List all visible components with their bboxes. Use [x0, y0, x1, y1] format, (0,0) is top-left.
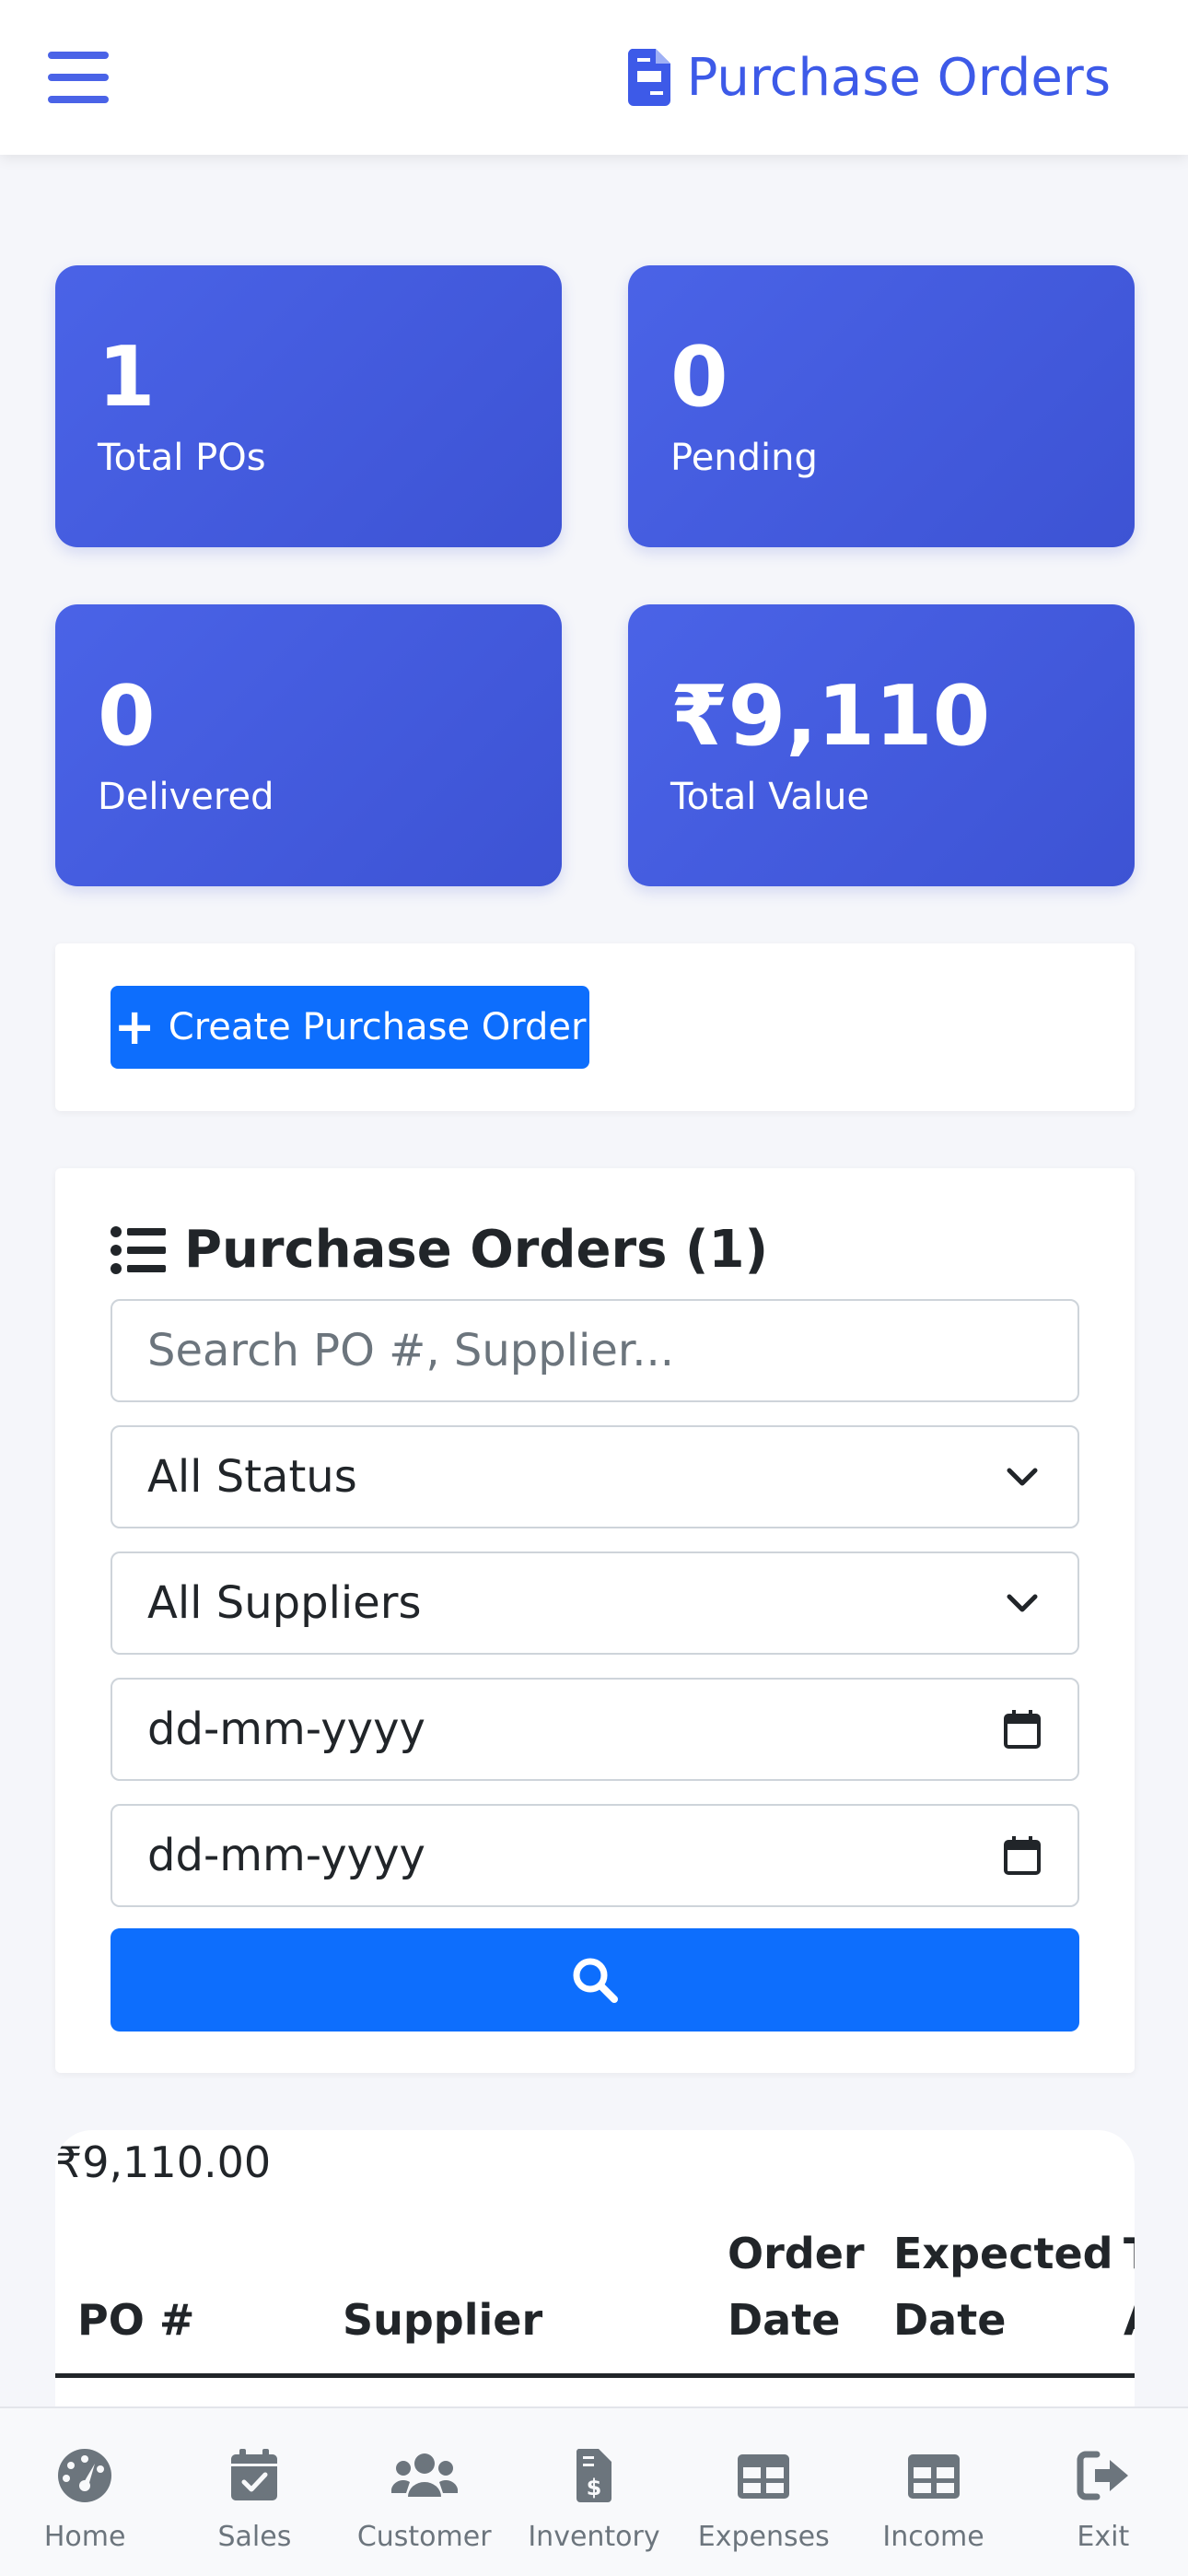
svg-text:$: $ [587, 2475, 602, 2500]
date-to-placeholder: dd-mm-yyyy [147, 1830, 425, 1881]
stat-card-total-pos: 1 Total POs [55, 265, 562, 547]
plus-icon: + [113, 998, 156, 1056]
calendar-icon[interactable] [1002, 1709, 1042, 1750]
page-title-text: Purchase Orders [686, 47, 1111, 108]
create-button-label: Create Purchase Order [168, 1006, 587, 1048]
stat-value: ₹9,110 [670, 668, 991, 765]
status-select[interactable]: All Status [111, 1425, 1079, 1528]
column-header-order-date[interactable]: Order Date [728, 2220, 866, 2353]
nav-item-sales[interactable]: Sales [169, 2408, 339, 2576]
calendar-check-icon [231, 2449, 278, 2500]
sign-out-icon [1077, 2451, 1128, 2500]
create-purchase-order-button[interactable]: + Create Purchase Order [111, 986, 589, 1069]
nav-label: Inventory [528, 2521, 660, 2553]
nav-item-inventory[interactable]: $ Inventory [509, 2408, 679, 2576]
nav-label: Home [43, 2521, 126, 2553]
nav-item-income[interactable]: Income [848, 2408, 1018, 2576]
search-button[interactable] [111, 1928, 1079, 2032]
file-invoice-dollar-icon: $ [576, 2449, 611, 2502]
column-header-po[interactable]: PO # [77, 2287, 194, 2353]
nav-label: Sales [217, 2521, 292, 2553]
chevron-down-icon [1007, 1468, 1038, 1486]
orders-table: ₹9,110.00 PO # Supplier Order Date Expec… [55, 2130, 1135, 2425]
hamburger-icon[interactable] [48, 52, 109, 103]
stat-label: Pending [670, 437, 818, 479]
column-header-total-amount[interactable]: T A [1124, 2220, 1135, 2353]
total-amount: ₹9,110.00 [55, 2137, 272, 2187]
stat-label: Total POs [98, 437, 266, 479]
stat-label: Total Value [670, 776, 869, 818]
dashboard-gauge-icon [58, 2449, 112, 2502]
column-header-supplier[interactable]: Supplier [343, 2287, 542, 2353]
users-icon [390, 2453, 458, 2497]
stat-card-total-value: ₹9,110 Total Value [628, 604, 1135, 886]
page-title: Purchase Orders [627, 47, 1111, 108]
filter-panel: Purchase Orders (1) Search PO #, Supplie… [55, 1168, 1135, 2073]
nav-item-customer[interactable]: Customer [340, 2408, 509, 2576]
stat-value: 1 [98, 329, 156, 426]
search-input[interactable]: Search PO #, Supplier... [111, 1299, 1079, 1402]
filter-title-text: Purchase Orders (1) [184, 1220, 769, 1280]
search-placeholder: Search PO #, Supplier... [147, 1325, 675, 1376]
date-to-input[interactable]: dd-mm-yyyy [111, 1804, 1079, 1907]
supplier-select[interactable]: All Suppliers [111, 1551, 1079, 1655]
chevron-down-icon [1007, 1594, 1038, 1612]
calendar-icon[interactable] [1002, 1835, 1042, 1876]
table-header-divider [55, 2373, 1135, 2378]
supplier-select-value: All Suppliers [147, 1577, 422, 1629]
stat-card-pending: 0 Pending [628, 265, 1135, 547]
status-select-value: All Status [147, 1451, 357, 1503]
stat-value: 0 [98, 668, 156, 765]
table-icon [738, 2454, 790, 2499]
top-bar: Purchase Orders [0, 0, 1188, 155]
nav-label: Customer [356, 2521, 492, 2553]
nav-label: Income [882, 2521, 984, 2553]
nav-item-home[interactable]: Home [0, 2408, 169, 2576]
stat-value: 0 [670, 329, 728, 426]
stat-card-delivered: 0 Delivered [55, 604, 562, 886]
nav-label: Exit [1077, 2521, 1130, 2553]
list-icon [111, 1225, 166, 1274]
table-icon [907, 2454, 960, 2499]
nav-item-expenses[interactable]: Expenses [679, 2408, 848, 2576]
stat-label: Delivered [98, 776, 274, 818]
create-panel: + Create Purchase Order [55, 943, 1135, 1111]
bottom-nav: Home Sales Customer $ Inventory Expenses… [0, 2406, 1188, 2576]
search-icon [573, 1958, 618, 2003]
nav-label: Expenses [697, 2521, 830, 2553]
column-header-expected-date[interactable]: Expected Date [893, 2220, 1114, 2353]
file-invoice-icon [627, 49, 670, 106]
date-from-placeholder: dd-mm-yyyy [147, 1704, 425, 1755]
nav-item-exit[interactable]: Exit [1019, 2408, 1188, 2576]
filter-title: Purchase Orders (1) [111, 1220, 768, 1280]
date-from-input[interactable]: dd-mm-yyyy [111, 1678, 1079, 1781]
